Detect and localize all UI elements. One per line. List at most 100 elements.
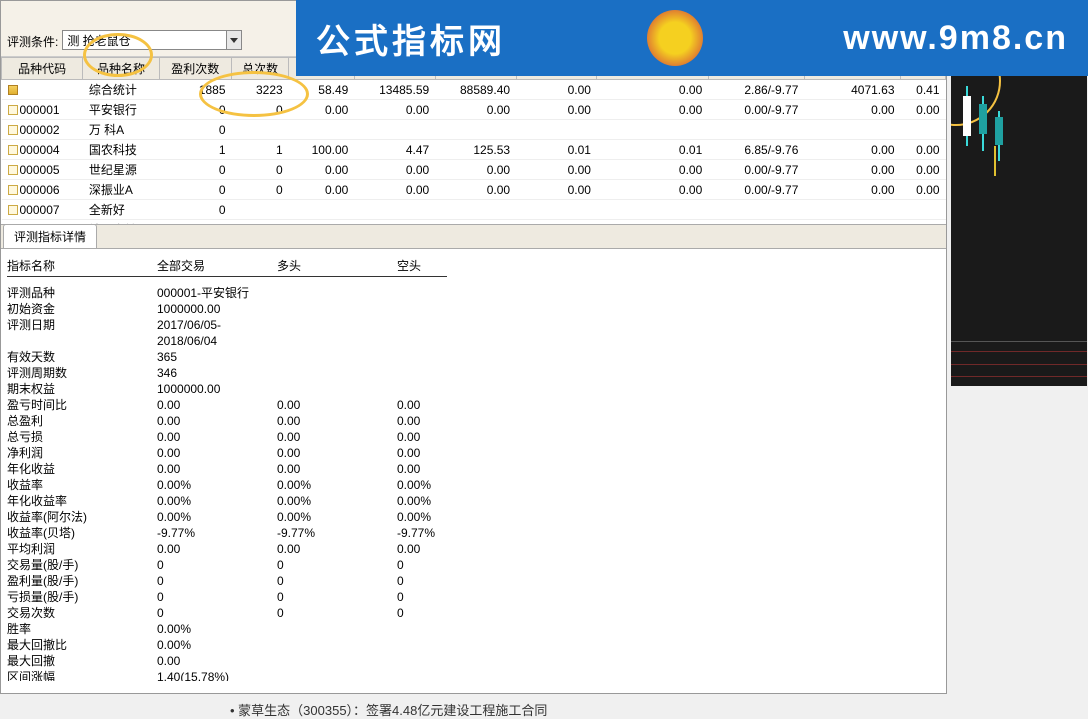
detail-value: 0 <box>397 589 517 605</box>
table-row[interactable]: 000001平安银行000.000.000.000.000.000.00/-9.… <box>2 100 946 120</box>
row-value: 0.00 <box>804 180 900 200</box>
detail-row: 评测周期数346 <box>7 365 940 381</box>
row-value: 0.00/-9.77 <box>708 160 804 180</box>
detail-row: 盈利量(股/手)000 <box>7 573 940 589</box>
row-value: 2.86/-9.77 <box>708 80 804 100</box>
grid-line <box>951 351 1087 352</box>
row-value: 0 <box>159 200 231 220</box>
document-icon <box>8 145 18 155</box>
detail-value: 0.00% <box>277 493 397 509</box>
row-value <box>435 120 516 140</box>
detail-value: 0.00 <box>397 541 517 557</box>
detail-label: 平均利润 <box>7 541 157 557</box>
grid-line <box>951 364 1087 365</box>
detail-value: 0.00 <box>277 461 397 477</box>
detail-label: 评测品种 <box>7 285 157 301</box>
row-name: 世纪星源 <box>83 160 159 180</box>
detail-value: 0 <box>277 589 397 605</box>
row-value: 6.85/-9.76 <box>708 140 804 160</box>
detail-value: 0.00 <box>157 653 277 669</box>
detail-row: 收益率(贝塔)-9.77%-9.77%-9.77% <box>7 525 940 541</box>
detail-value: 0.00% <box>277 477 397 493</box>
row-value <box>516 200 597 220</box>
table-row[interactable]: 000002万 科A0 <box>2 120 946 140</box>
grid-header[interactable]: 总次数 <box>232 58 289 80</box>
table-row[interactable]: 000007全新好0 <box>2 200 946 220</box>
row-value: 0 <box>159 160 231 180</box>
row-value: 0.00 <box>804 100 900 120</box>
detail-row: 交易次数000 <box>7 605 940 621</box>
table-row[interactable]: 000004国农科技11100.004.47125.530.010.016.85… <box>2 140 946 160</box>
condition-combo[interactable] <box>62 30 242 50</box>
row-value: 4.47 <box>354 140 435 160</box>
detail-value: 0.00 <box>277 413 397 429</box>
condition-input[interactable] <box>63 33 226 47</box>
detail-row: 区间涨幅1.40(15.78%) <box>7 669 940 681</box>
detail-row: 亏损量(股/手)000 <box>7 589 940 605</box>
detail-row: 交易量(股/手)000 <box>7 557 940 573</box>
detail-row: 收益率(阿尔法)0.00%0.00%0.00% <box>7 509 940 525</box>
row-value: 0 <box>232 100 289 120</box>
detail-row: 评测品种000001-平安银行 <box>7 285 940 301</box>
news-ticker: • 蒙草生态（300355）：签署4.48亿元建设工程施工合同 <box>230 700 547 719</box>
app-window: 评测条件: 品种代码品种名称盈利次数总次数胜率(%)净利润(%)净利润(%)收益… <box>0 0 947 694</box>
detail-pane[interactable]: 指标名称 全部交易 多头 空头 评测品种000001-平安银行初始资金10000… <box>1 249 946 681</box>
detail-value: 0.00% <box>157 493 277 509</box>
row-value: 0.00 <box>435 100 516 120</box>
detail-value: 0 <box>157 589 277 605</box>
row-value: 0.00 <box>354 180 435 200</box>
detail-value: 0.00 <box>277 445 397 461</box>
tab-detail[interactable]: 评测指标详情 <box>3 224 97 248</box>
row-value: 0.00 <box>901 180 946 200</box>
detail-label: 收益率(贝塔) <box>7 525 157 541</box>
detail-label: 总盈利 <box>7 413 157 429</box>
row-code: 000004 <box>20 143 60 157</box>
detail-value: 0 <box>397 573 517 589</box>
grid-header[interactable]: 品种代码 <box>2 58 83 80</box>
banner-title: 公式指标网 <box>316 14 506 63</box>
detail-row: 年化收益率0.00%0.00%0.00% <box>7 493 940 509</box>
row-value <box>435 200 516 220</box>
row-value: 125.53 <box>435 140 516 160</box>
detail-value: 0.00% <box>157 637 277 653</box>
row-value: 0.41 <box>901 80 946 100</box>
table-row[interactable]: 000005世纪星源000.000.000.000.000.000.00/-9.… <box>2 160 946 180</box>
row-value: 0 <box>159 120 231 140</box>
row-value: 0.00 <box>289 100 355 120</box>
row-value: 0.00 <box>516 100 597 120</box>
row-value: 0.00 <box>435 160 516 180</box>
row-value: 0.00 <box>516 180 597 200</box>
row-value: 0.00 <box>901 160 946 180</box>
detail-value: 0.00% <box>277 509 397 525</box>
detail-value: 2017/06/05-2018/06/04 <box>157 317 277 349</box>
detail-row: 收益率0.00%0.00%0.00% <box>7 477 940 493</box>
detail-value: 0.00 <box>157 445 277 461</box>
row-value <box>597 120 708 140</box>
row-value: 0.00 <box>597 180 708 200</box>
banner-url: www.9m8.cn <box>843 19 1068 58</box>
detail-row: 盈亏时间比0.000.000.00 <box>7 397 940 413</box>
table-row[interactable]: 综合统计1885322358.4913485.5988589.400.000.0… <box>2 80 946 100</box>
grid-header[interactable]: 盈利次数 <box>159 58 231 80</box>
grid-header[interactable]: 品种名称 <box>83 58 159 80</box>
detail-value: 0.00 <box>277 541 397 557</box>
row-name: 综合统计 <box>83 80 159 100</box>
detail-label: 盈利量(股/手) <box>7 573 157 589</box>
detail-label: 最大回撤 <box>7 653 157 669</box>
row-value: 0 <box>159 180 231 200</box>
row-value: 0.00 <box>804 140 900 160</box>
row-value: 0.00 <box>354 100 435 120</box>
results-grid-wrap[interactable]: 品种代码品种名称盈利次数总次数胜率(%)净利润(%)净利润(%)收益率(%)年化… <box>1 57 946 225</box>
banner-logo-icon <box>647 10 703 66</box>
detail-value: 0.00 <box>157 461 277 477</box>
detail-label: 交易次数 <box>7 605 157 621</box>
row-code: 000002 <box>20 123 60 137</box>
detail-row: 最大回撤比0.00% <box>7 637 940 653</box>
detail-label: 交易量(股/手) <box>7 557 157 573</box>
dropdown-button[interactable] <box>226 31 241 49</box>
detail-value: 0.00% <box>157 509 277 525</box>
detail-value: 346 <box>157 365 277 381</box>
row-value: 0.00 <box>516 80 597 100</box>
document-icon <box>8 185 18 195</box>
table-row[interactable]: 000006深振业A000.000.000.000.000.000.00/-9.… <box>2 180 946 200</box>
